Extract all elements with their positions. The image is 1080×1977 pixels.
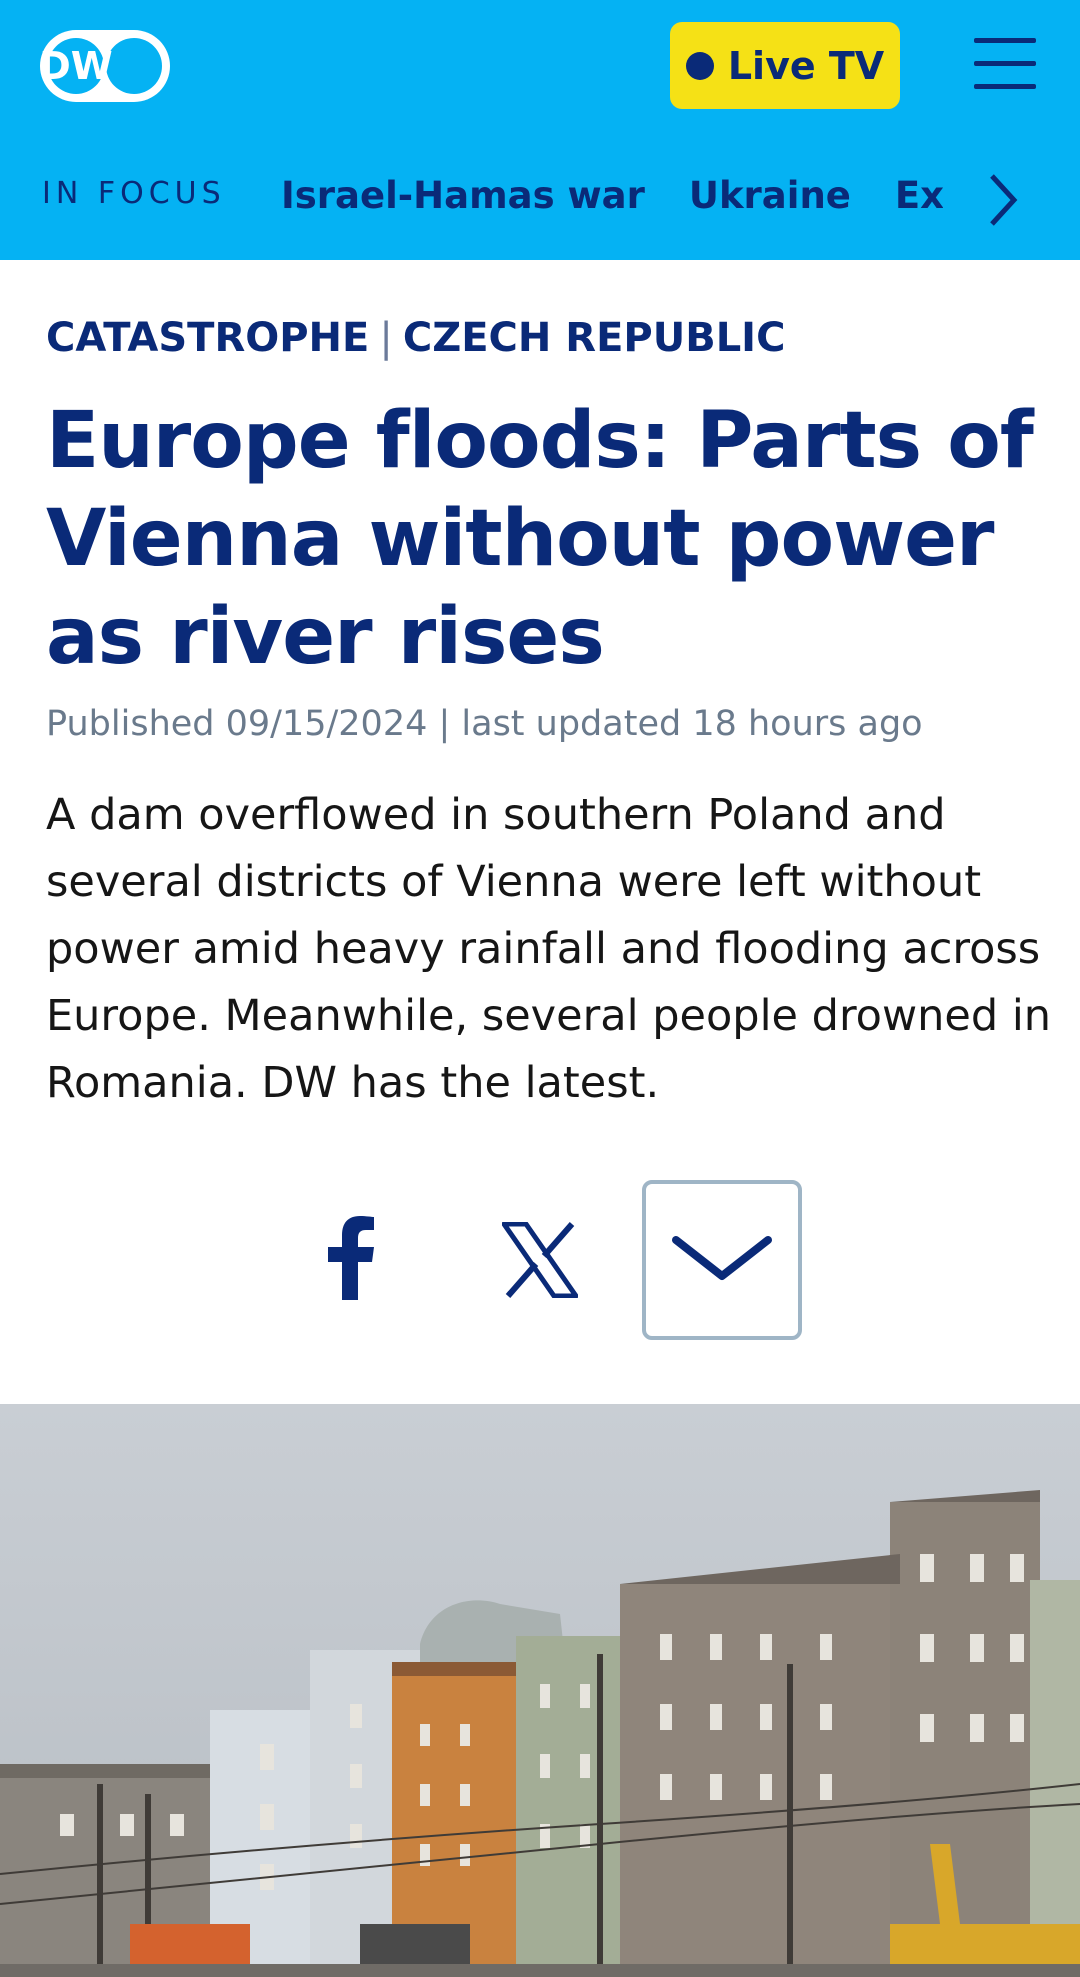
category-separator: | xyxy=(379,315,393,361)
x-icon[interactable] xyxy=(502,1222,578,1298)
hamburger-menu-icon[interactable] xyxy=(974,38,1036,92)
logo-text: DW xyxy=(39,44,112,88)
top-header: DW Live TV IN FOCUS Israel-Hamas war Ukra… xyxy=(0,0,1080,260)
category-catastrophe[interactable]: CATASTROPHE xyxy=(46,315,369,361)
dw-logo[interactable]: DW xyxy=(38,28,172,104)
live-dot-icon xyxy=(685,51,714,80)
article-headline: Europe floods: Parts of Vienna without p… xyxy=(46,396,1034,682)
article-lead: A dam overflowed in southern Poland and … xyxy=(46,790,1052,1108)
focus-link-extreme-weather[interactable]: Extreme weather xyxy=(895,166,943,226)
chevron-right-icon[interactable] xyxy=(986,170,1020,230)
article-category: CATASTROPHE | CZECH REPUBLIC xyxy=(46,315,785,361)
live-tv-button[interactable]: Live TV xyxy=(670,22,900,109)
more-share-options-button[interactable] xyxy=(642,1180,802,1340)
focus-link-israel-hamas[interactable]: Israel-Hamas war xyxy=(281,166,645,226)
in-focus-links: Israel-Hamas war Ukraine Extreme weather xyxy=(281,166,943,226)
facebook-icon[interactable] xyxy=(322,1216,378,1300)
category-czech-republic[interactable]: CZECH REPUBLIC xyxy=(403,315,786,361)
in-focus-label: IN FOCUS xyxy=(42,176,226,211)
chevron-down-icon xyxy=(672,1236,772,1280)
focus-link-ukraine[interactable]: Ukraine xyxy=(689,166,851,226)
published-date: Published 09/15/2024 | last updated 18 h… xyxy=(46,704,923,744)
live-tv-label: Live TV xyxy=(727,43,885,88)
flooded-street-photo xyxy=(0,1404,1080,1977)
